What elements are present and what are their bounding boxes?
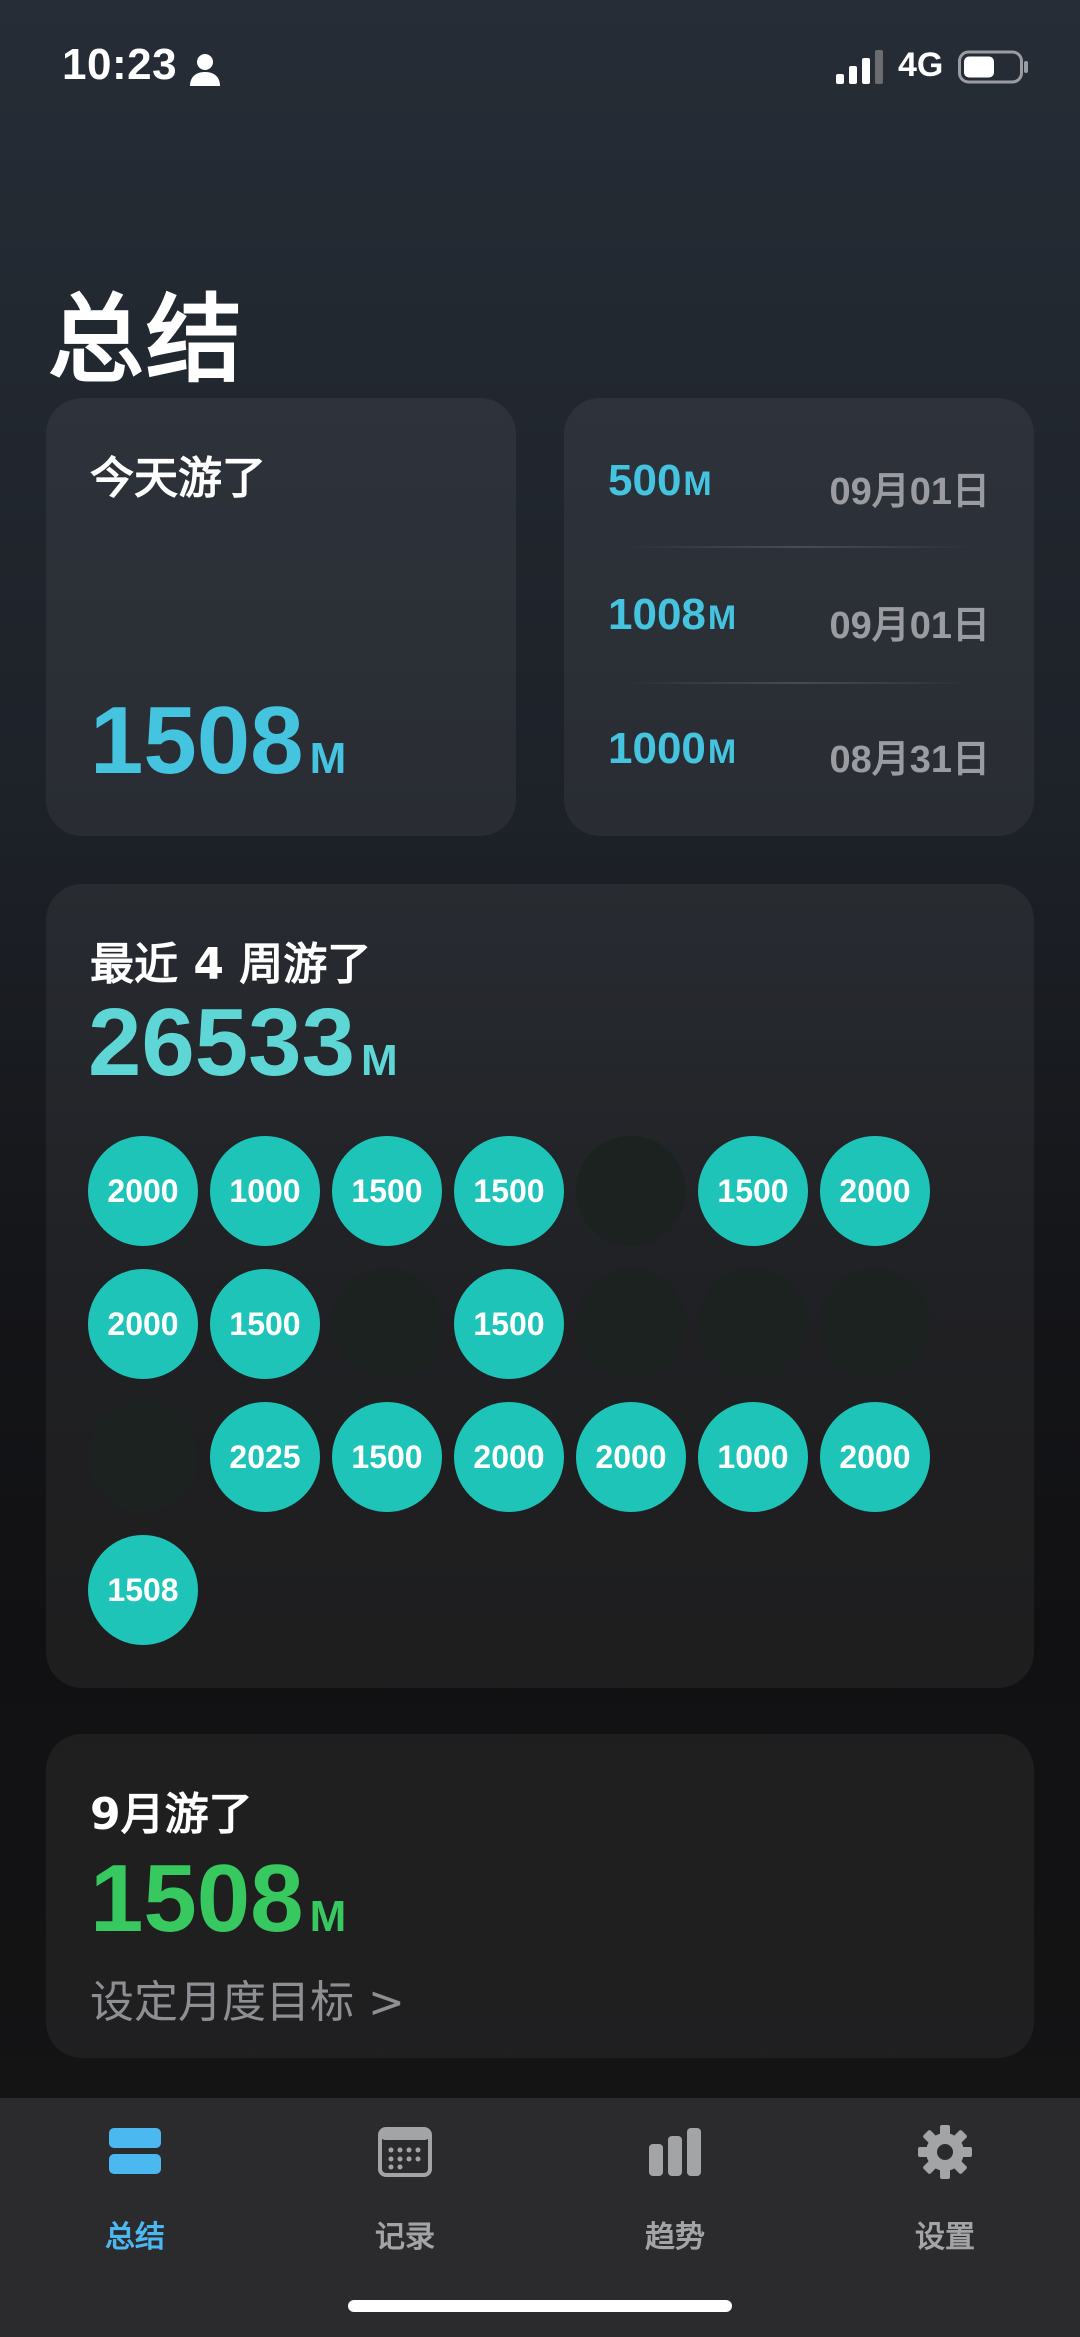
month-distance: 1508 M — [90, 1844, 346, 1954]
four-weeks-card[interactable]: 最近 4 周游了 26533 M 2000 1000 1500 1500 1500 2000… — [46, 884, 1034, 1688]
tab-settings[interactable]: 设置 — [855, 2124, 1035, 2274]
divider — [624, 682, 974, 684]
month-card[interactable]: 9月游了 1508 M 设定月度目标 > — [46, 1734, 1034, 2058]
day-distance-circle — [576, 1269, 686, 1379]
day-distance-circle — [88, 1402, 198, 1512]
page-title: 总结 — [48, 284, 244, 396]
four-weeks-distance: 26533 M — [88, 988, 398, 1098]
status-time: 10:23 — [62, 40, 178, 89]
day-distance-circle: 1000 — [210, 1136, 320, 1246]
tab-summary[interactable]: 总结 — [45, 2124, 225, 2274]
day-distance-circle — [332, 1269, 442, 1379]
signal-icon — [836, 50, 883, 84]
day-distance-circle: 1500 — [210, 1269, 320, 1379]
four-weeks-label: 最近 4 周游了 — [90, 939, 372, 990]
recent-session-row[interactable]: 500M 09月01日 — [608, 456, 990, 516]
battery-icon — [958, 50, 1028, 84]
today-value: 1508 — [90, 687, 304, 794]
today-unit: M — [309, 734, 347, 783]
day-distance-circle: 2000 — [576, 1402, 686, 1512]
tab-records[interactable]: 记录 — [315, 2124, 495, 2274]
session-distance: 1008M — [608, 590, 736, 640]
tab-label: 设置 — [915, 2220, 975, 2255]
day-distance-circle: 1508 — [88, 1535, 198, 1645]
status-bar: 10:23 4G — [0, 0, 1080, 130]
day-distance-circle: 1500 — [454, 1269, 564, 1379]
divider — [624, 546, 974, 548]
session-distance: 500M — [608, 456, 712, 506]
day-distance-circle: 1000 — [698, 1402, 808, 1512]
session-date: 08月31日 — [829, 739, 990, 781]
day-distance-circle: 2000 — [88, 1136, 198, 1246]
session-distance-unit: M — [683, 465, 712, 503]
session-distance-value: 1000 — [608, 724, 706, 773]
month-label: 9月游了 — [90, 1789, 253, 1840]
today-card[interactable]: 今天游了 1508 M — [46, 398, 516, 836]
day-distance-circle: 2025 — [210, 1402, 320, 1512]
bar-chart-icon — [649, 2128, 701, 2176]
session-distance-unit: M — [707, 733, 737, 771]
month-value: 1508 — [90, 1845, 304, 1952]
month-unit: M — [309, 1892, 347, 1941]
four-weeks-value: 26533 — [88, 989, 355, 1096]
day-distance-circle: 2000 — [820, 1136, 930, 1246]
home-indicator[interactable] — [348, 2300, 732, 2312]
day-distance-circle — [698, 1269, 808, 1379]
session-distance: 1000M — [608, 724, 736, 774]
day-distance-circle — [576, 1136, 686, 1246]
day-distance-circle: 2000 — [88, 1269, 198, 1379]
tab-label: 记录 — [375, 2220, 435, 2255]
calendar-icon — [378, 2127, 432, 2177]
recent-session-row[interactable]: 1008M 09月01日 — [608, 590, 990, 650]
today-label: 今天游了 — [90, 453, 266, 504]
day-distance-circle: 2000 — [454, 1402, 564, 1512]
day-distance-circle: 1500 — [332, 1136, 442, 1246]
tab-trends[interactable]: 趋势 — [585, 2124, 765, 2274]
day-distance-circle: 1500 — [698, 1136, 808, 1246]
set-monthly-goal-link[interactable]: 设定月度目标 > — [90, 1966, 405, 2030]
person-icon — [190, 54, 220, 86]
day-distance-circle: 2000 — [820, 1402, 930, 1512]
session-distance-value: 500 — [608, 456, 682, 505]
network-label: 4G — [898, 46, 944, 84]
tab-label: 总结 — [105, 2220, 165, 2255]
session-distance-value: 1008 — [608, 590, 706, 639]
day-distance-circle: 1500 — [332, 1402, 442, 1512]
day-distance-circle — [820, 1269, 930, 1379]
day-distance-circle: 1500 — [454, 1136, 564, 1246]
session-date: 09月01日 — [829, 605, 990, 647]
tab-label: 趋势 — [645, 2220, 705, 2255]
four-weeks-unit: M — [360, 1036, 398, 1085]
session-date: 09月01日 — [829, 471, 990, 513]
today-distance: 1508 M — [90, 686, 346, 796]
summary-icon — [109, 2128, 161, 2174]
recent-sessions-card[interactable]: 500M 09月01日 1008M 09月01日 1000M 08月31日 — [564, 398, 1034, 836]
gear-icon — [918, 2125, 972, 2179]
session-distance-unit: M — [707, 599, 737, 637]
recent-session-row[interactable]: 1000M 08月31日 — [608, 724, 990, 784]
